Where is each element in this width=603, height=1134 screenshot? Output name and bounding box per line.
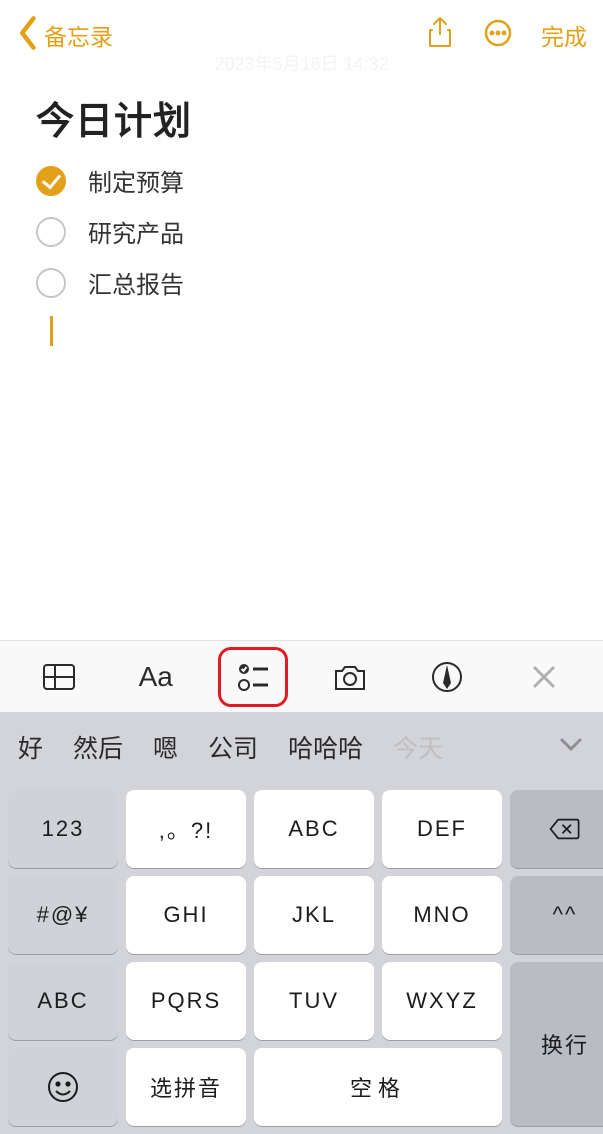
candidate-bar: 好 然后 嗯 公司 哈哈哈 今天 <box>0 712 603 782</box>
key-mno[interactable]: MNO <box>382 876 502 954</box>
text-cursor <box>50 316 53 346</box>
key-punct[interactable]: ,。?! <box>126 790 246 868</box>
checklist-text: 汇总报告 <box>88 265 184 300</box>
chevron-left-icon <box>16 15 42 56</box>
share-button[interactable] <box>425 16 455 55</box>
candidate-word[interactable]: 哈哈哈 <box>288 729 363 765</box>
checkbox-checked-icon[interactable] <box>36 166 66 196</box>
key-enter[interactable]: 换行 <box>510 962 603 1126</box>
done-button[interactable]: 完成 <box>541 18 587 52</box>
format-toolbar: Aa <box>0 640 603 712</box>
candidate-word[interactable]: 嗯 <box>153 729 178 765</box>
keyboard: 好 然后 嗯 公司 哈哈哈 今天 123 ,。?! ABC DEF #@¥ GH… <box>0 712 603 1134</box>
candidate-word[interactable]: 好 <box>18 729 43 765</box>
expand-candidates-button[interactable] <box>557 730 585 765</box>
markup-button[interactable] <box>417 652 477 702</box>
checklist-item[interactable]: 研究产品 <box>36 214 567 249</box>
checklist-text: 制定预算 <box>88 163 184 198</box>
checklist-item[interactable]: 汇总报告 <box>36 265 567 300</box>
key-pqrs[interactable]: PQRS <box>126 962 246 1040</box>
note-title: 今日计划 <box>36 90 567 145</box>
note-area[interactable]: 今日计划 制定预算 研究产品 汇总报告 <box>0 70 603 356</box>
key-tuv[interactable]: TUV <box>254 962 374 1040</box>
checklist-item[interactable]: 制定预算 <box>36 163 567 198</box>
candidate-word[interactable]: 公司 <box>208 729 258 765</box>
candidate-word[interactable]: 然后 <box>73 729 123 765</box>
back-button[interactable]: 备忘录 <box>16 15 113 56</box>
back-label: 备忘录 <box>44 18 113 52</box>
close-keyboard-button[interactable] <box>514 652 574 702</box>
text-format-button[interactable]: Aa <box>126 652 186 702</box>
key-emoji[interactable] <box>8 1048 118 1126</box>
checklist-text: 研究产品 <box>88 214 184 249</box>
key-kaomoji[interactable]: ^^ <box>510 876 603 954</box>
camera-button[interactable] <box>320 652 380 702</box>
key-123[interactable]: 123 <box>8 790 118 868</box>
key-wxyz[interactable]: WXYZ <box>382 962 502 1040</box>
key-abc-mode[interactable]: ABC <box>8 962 118 1040</box>
table-button[interactable] <box>29 652 89 702</box>
more-button[interactable] <box>483 16 513 55</box>
key-space[interactable]: 空格 <box>254 1048 502 1126</box>
checkbox-icon[interactable] <box>36 217 66 247</box>
checkbox-icon[interactable] <box>36 268 66 298</box>
key-symbols[interactable]: #@¥ <box>8 876 118 954</box>
candidate-word[interactable]: 今天 <box>393 729 443 765</box>
checklist-button[interactable] <box>223 652 283 702</box>
key-ghi[interactable]: GHI <box>126 876 246 954</box>
key-abc[interactable]: ABC <box>254 790 374 868</box>
key-def[interactable]: DEF <box>382 790 502 868</box>
app-header: 备忘录 完成 2023年5月16日 14:32 <box>0 0 603 70</box>
key-ime[interactable]: 选拼音 <box>126 1048 246 1126</box>
key-delete[interactable] <box>510 790 603 868</box>
key-jkl[interactable]: JKL <box>254 876 374 954</box>
